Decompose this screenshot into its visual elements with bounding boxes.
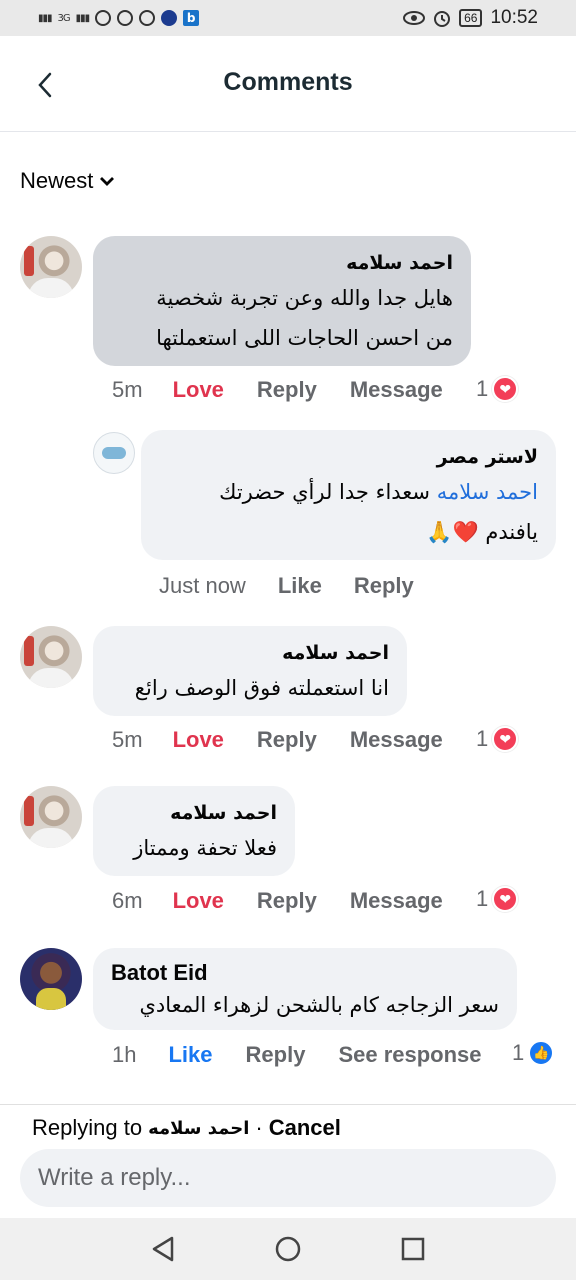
avatar[interactable]	[20, 626, 82, 688]
comment-time: 5m	[112, 377, 143, 402]
reply-input[interactable]	[20, 1149, 556, 1207]
page-title: Comments	[223, 68, 353, 96]
circle-icon	[139, 10, 156, 26]
heart-icon: ❤	[492, 886, 519, 912]
nav-back-button[interactable]	[143, 1229, 183, 1269]
comment-actions: 6m Love Reply Message	[112, 888, 443, 914]
love-button[interactable]: Love	[173, 888, 224, 914]
circle-home-icon	[275, 1236, 301, 1262]
reaction-count[interactable]: 1 ❤	[476, 886, 519, 912]
reply-button[interactable]: Reply	[246, 1042, 306, 1068]
comment-text-line: فعلا تحفة وممتاز	[133, 836, 277, 860]
reaction-count[interactable]: 1 ❤	[476, 376, 519, 402]
comment-time: 5m	[112, 727, 143, 752]
comment-actions: 5m Love Reply Message	[112, 727, 443, 753]
reaction-count-number: 1	[476, 376, 489, 401]
comment-text-line: من احسن الحاجات اللى استعملتها	[156, 326, 453, 350]
message-button[interactable]: Message	[350, 727, 443, 753]
comment-bubble[interactable]: احمد سلامه انا استعملته فوق الوصف رائع	[93, 626, 407, 716]
sort-dropdown[interactable]: Newest	[20, 168, 115, 194]
page-avatar[interactable]	[93, 432, 135, 474]
alarm-icon	[434, 11, 451, 27]
messenger-icon	[117, 10, 134, 26]
whatsapp-icon	[95, 10, 112, 26]
like-button[interactable]: Like	[278, 573, 322, 599]
comment-time: 6m	[112, 888, 143, 913]
love-button[interactable]: Love	[173, 727, 224, 753]
reply-text: سعداء جدا لرأي حضرتك	[219, 480, 437, 504]
reply-bubble[interactable]: لاستر مصر احمد سلامه سعداء جدا لرأي حضرت…	[141, 430, 556, 560]
heart-icon: ❤	[492, 376, 519, 402]
cancel-reply-button[interactable]: Cancel	[269, 1115, 341, 1141]
mention-link[interactable]: احمد سلامه	[437, 480, 538, 504]
reaction-count-number: 1	[476, 886, 489, 911]
comment-bubble[interactable]: Batot Eid سعر الزجاجه كام بالشحن لزهراء …	[93, 948, 517, 1030]
comment-actions: 1h Like Reply See response	[112, 1042, 482, 1068]
comment-time: 1h	[112, 1042, 137, 1067]
nav-recents-button[interactable]	[393, 1229, 433, 1269]
replying-to-label: Replying to	[32, 1115, 143, 1140]
reaction-count-number: 1	[476, 726, 489, 751]
status-bar: ▮▮▮ 3G ▮▮▮ b 66 10:52	[0, 0, 576, 36]
square-recents-icon	[402, 1237, 425, 1261]
triangle-back-icon	[152, 1236, 173, 1262]
comment-bubble[interactable]: احمد سلامه هايل جدا والله وعن تجربة شخصي…	[93, 236, 471, 366]
avatar[interactable]	[20, 236, 82, 298]
comment-author[interactable]: احمد سلامه	[111, 248, 453, 278]
reply-button[interactable]: Reply	[257, 377, 317, 403]
reply-button[interactable]: Reply	[354, 573, 414, 599]
app-badge-icon: b	[183, 10, 200, 26]
reaction-count[interactable]: 1 ❤	[476, 726, 519, 752]
love-button[interactable]: Love	[173, 377, 224, 403]
like-button[interactable]: Like	[168, 1042, 212, 1068]
globe-icon	[161, 10, 178, 26]
eye-icon	[403, 11, 426, 25]
replying-to-name: احمد سلامه	[148, 1117, 250, 1139]
system-nav-bar	[0, 1218, 576, 1280]
see-response-button[interactable]: See response	[338, 1042, 481, 1068]
clock: 10:52	[490, 7, 538, 28]
separator: ·	[255, 1115, 263, 1140]
avatar[interactable]	[20, 948, 82, 1010]
comment-actions: 5m Love Reply Message	[112, 377, 443, 403]
replying-to: Replying to احمد سلامه · Cancel	[32, 1115, 341, 1141]
reaction-count[interactable]: 1 👍	[512, 1040, 555, 1066]
status-left: ▮▮▮ 3G ▮▮▮ b	[38, 10, 200, 26]
reply-text-line: يافندم ❤️🙏	[426, 520, 538, 544]
message-button[interactable]: Message	[350, 888, 443, 914]
message-button[interactable]: Message	[350, 377, 443, 403]
comment-bubble[interactable]: احمد سلامه فعلا تحفة وممتاز	[93, 786, 295, 876]
comment-text-line: انا استعملته فوق الوصف رائع	[134, 676, 389, 700]
comment-author[interactable]: احمد سلامه	[111, 638, 389, 668]
reaction-count-number: 1	[512, 1040, 525, 1065]
battery-icon: 66	[459, 9, 483, 27]
signal-icon-2: ▮▮▮	[75, 12, 90, 24]
comment-text-line: سعر الزجاجه كام بالشحن لزهراء المعادي	[139, 993, 500, 1017]
comment-text-line: هايل جدا والله وعن تجربة شخصية	[156, 286, 453, 310]
avatar[interactable]	[20, 786, 82, 848]
reply-author[interactable]: لاستر مصر	[159, 442, 538, 472]
network-type: 3G	[57, 12, 71, 24]
thumbs-up-icon: 👍	[528, 1040, 555, 1066]
chevron-down-icon	[100, 177, 115, 186]
reply-actions: Just now Like Reply	[159, 573, 414, 599]
reply-button[interactable]: Reply	[257, 888, 317, 914]
sort-label: Newest	[20, 168, 94, 193]
heart-icon: ❤	[492, 726, 519, 752]
reply-time: Just now	[159, 573, 246, 598]
signal-icon: ▮▮▮	[38, 12, 52, 24]
nav-home-button[interactable]	[268, 1229, 308, 1269]
comment-author[interactable]: Batot Eid	[111, 958, 499, 988]
comment-author[interactable]: احمد سلامه	[111, 798, 277, 828]
header: Comments	[0, 36, 576, 132]
reply-button[interactable]: Reply	[257, 727, 317, 753]
reply-composer: Replying to احمد سلامه · Cancel	[0, 1104, 576, 1218]
status-right: 66 10:52	[403, 7, 538, 29]
